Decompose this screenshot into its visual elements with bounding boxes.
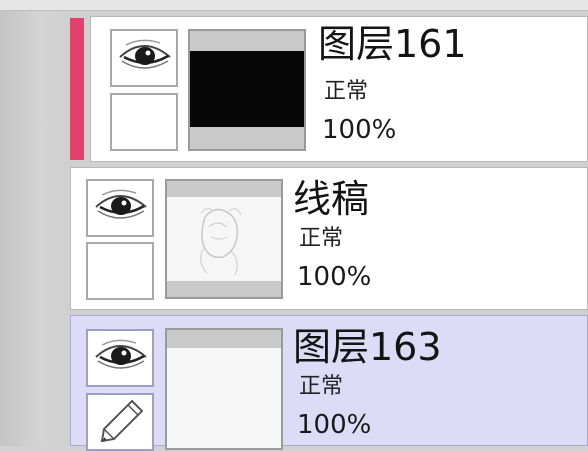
eye-icon <box>95 339 147 369</box>
thumbnail-bottom-band <box>167 281 281 297</box>
eye-icon <box>119 39 171 69</box>
layer-name: 图层161 <box>318 22 467 66</box>
layer-thumbnail <box>188 29 306 151</box>
edit-indicator-box[interactable] <box>86 393 154 451</box>
thumbnail-bottom-band <box>190 127 304 149</box>
visibility-toggle[interactable] <box>86 329 154 387</box>
visibility-toggle[interactable] <box>110 29 178 87</box>
layer-color-marker <box>70 18 84 160</box>
visibility-toggle[interactable] <box>86 179 154 237</box>
thumbnail-top-band <box>167 181 281 197</box>
layer-name: 图层163 <box>293 325 442 369</box>
thumbnail-top-band <box>190 31 304 51</box>
thumbnail-line-art <box>167 197 281 281</box>
layer-opacity: 100% <box>322 115 397 145</box>
thumbnail-black-fill <box>190 51 304 127</box>
edit-indicator-box[interactable] <box>110 93 178 151</box>
layer-thumbnail <box>165 328 283 450</box>
layer-blend-mode: 正常 <box>324 79 369 104</box>
layer-row-2[interactable]: 线稿 正常 100% <box>70 167 588 310</box>
panel-top-edge <box>0 0 588 11</box>
layers-panel: 图层161 正常 100% 线稿 正常 100% 图层163 正常 100% <box>0 0 588 451</box>
layer-thumbnail <box>165 179 283 299</box>
line-art-sketch-icon <box>200 207 242 276</box>
pencil-icon <box>100 399 144 443</box>
layer-blend-mode: 正常 <box>299 374 344 399</box>
eye-icon <box>95 189 147 219</box>
layer-opacity: 100% <box>297 410 372 440</box>
layer-row-1[interactable]: 图层161 正常 100% <box>90 16 588 162</box>
thumbnail-white-fill <box>167 348 281 448</box>
layer-blend-mode: 正常 <box>299 226 344 251</box>
layer-opacity: 100% <box>297 262 372 292</box>
edit-indicator-box[interactable] <box>86 242 154 300</box>
thumbnail-top-band <box>167 330 281 348</box>
layer-name: 线稿 <box>293 177 370 221</box>
layer-row-3-selected[interactable]: 图层163 正常 100% <box>70 315 588 451</box>
